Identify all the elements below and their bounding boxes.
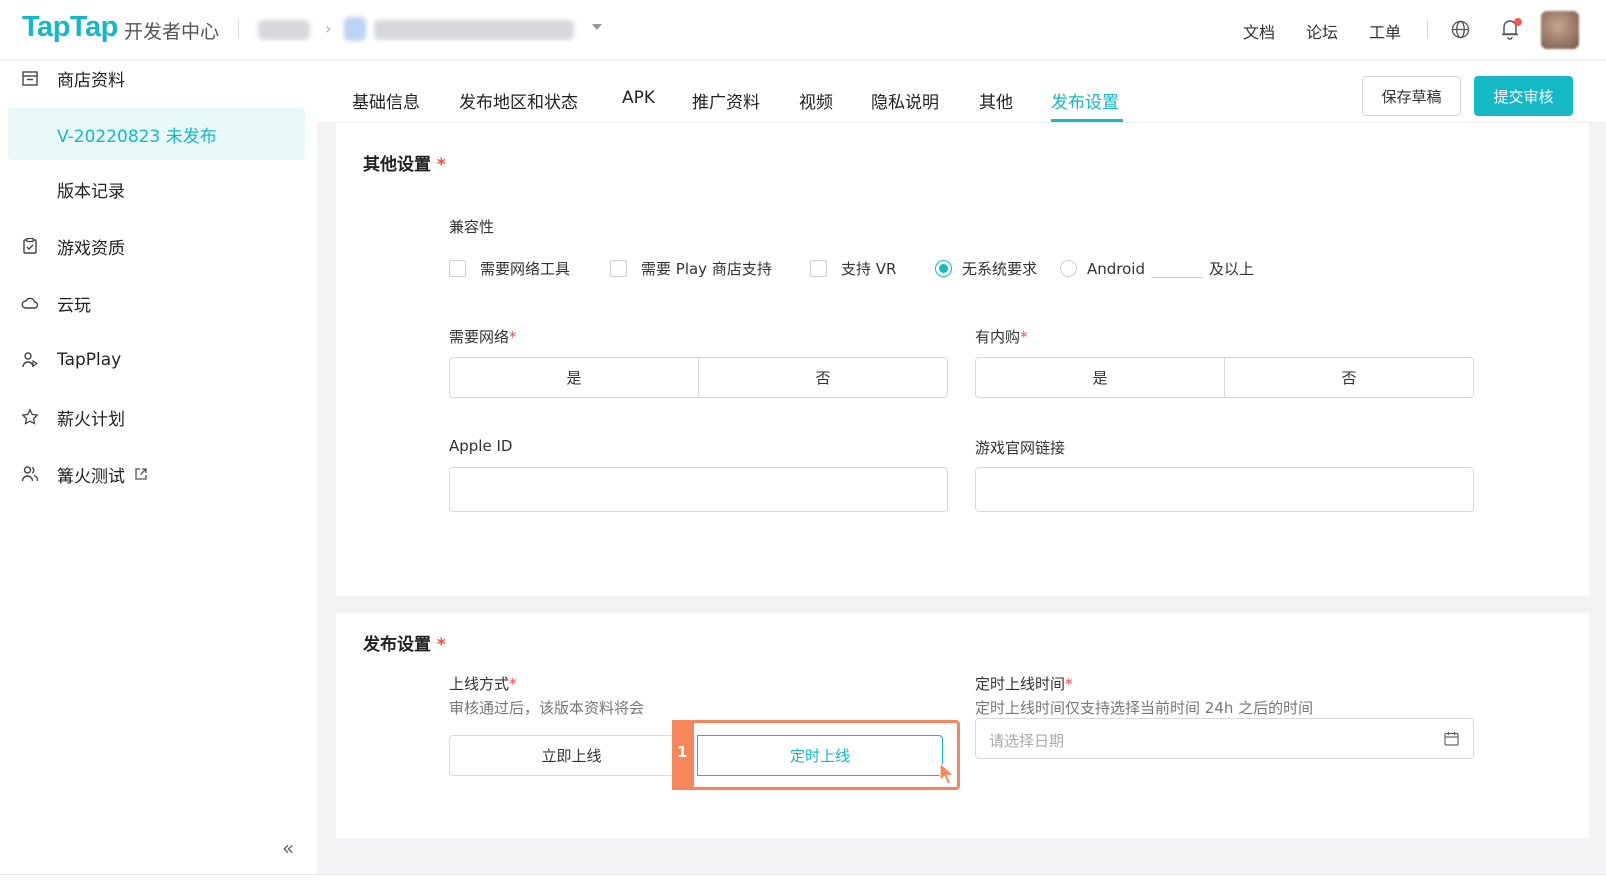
scheduled-time-label: 定时上线时间* — [975, 675, 1073, 693]
user-play-icon — [22, 352, 39, 368]
iap-no[interactable]: 否 — [1224, 358, 1473, 397]
tab-region-status[interactable]: 发布地区和状态 — [459, 88, 578, 113]
radio-no-system-requirement[interactable]: 无系统要求 — [935, 258, 1037, 279]
top-header: TapTap 开发者中心 › 文档 论坛 工单 — [0, 0, 1606, 60]
avatar[interactable] — [1541, 11, 1579, 49]
need-network-toggle[interactable]: 是 否 — [449, 357, 948, 398]
cursor-pointer-icon — [939, 761, 956, 785]
users-icon — [21, 466, 39, 482]
iap-yes[interactable]: 是 — [976, 358, 1224, 397]
launch-method-label: 上线方式* — [449, 675, 517, 693]
need-network-no[interactable]: 否 — [698, 358, 947, 397]
page-bottom — [0, 874, 1606, 894]
need-network-yes[interactable]: 是 — [450, 358, 698, 397]
scheduled-time-hint: 定时上线时间仅支持选择当前时间 24h 之后的时间 — [975, 699, 1314, 717]
sidebar-item-version-history[interactable]: 版本记录 — [0, 169, 317, 209]
website-label: 游戏官网链接 — [975, 439, 1066, 457]
sidebar: 商店资料 V-20220823 未发布 版本记录 游戏资质 云玩 TapPlay… — [0, 61, 317, 874]
section-title: 其他设置 * — [363, 155, 446, 175]
checkbox[interactable] — [449, 260, 466, 277]
sidebar-item-tapplay[interactable]: TapPlay — [0, 340, 317, 380]
tab-bar: 基础信息 发布地区和状态 APK 推广资料 视频 隐私说明 其他 发布设置 保存… — [317, 61, 1606, 123]
publish-settings-card: 发布设置 * 上线方式* 审核通过后，该版本资料将会 立即上线 定时上线 1 定… — [336, 613, 1589, 838]
section-title: 发布设置 * — [363, 635, 446, 655]
website-input[interactable] — [975, 467, 1474, 512]
tab-privacy[interactable]: 隐私说明 — [871, 88, 939, 113]
sidebar-item-label: 版本记录 — [57, 181, 125, 202]
annotation-number: 1 — [677, 743, 688, 761]
chevron-down-icon[interactable] — [592, 24, 602, 30]
game-icon — [344, 17, 366, 41]
apple-id-label: Apple ID — [449, 437, 513, 455]
external-link-icon — [135, 468, 147, 480]
sidebar-item-label: 薪火计划 — [57, 409, 125, 430]
checkbox-play-store[interactable]: 需要 Play 商店支持 — [610, 258, 772, 279]
breadcrumb-account[interactable] — [258, 20, 310, 40]
iap-toggle[interactable]: 是 否 — [975, 357, 1474, 398]
ticket-link[interactable]: 工单 — [1369, 19, 1401, 43]
notification-dot — [1514, 18, 1522, 26]
date-picker-input[interactable]: 请选择日期 — [975, 718, 1474, 759]
date-placeholder: 请选择日期 — [989, 732, 1065, 750]
sidebar-item-label: 篝火测试 — [57, 466, 125, 487]
launch-immediately-button[interactable]: 立即上线 — [449, 735, 694, 776]
sidebar-item-label: V-20220823 未发布 — [57, 127, 217, 147]
sidebar-item-spark-plan[interactable]: 薪火计划 — [0, 397, 317, 437]
breadcrumb-game[interactable] — [374, 20, 574, 40]
forum-link[interactable]: 论坛 — [1306, 19, 1338, 43]
android-version-input[interactable] — [1151, 260, 1203, 278]
docs-link[interactable]: 文档 — [1243, 19, 1275, 43]
compatibility-label: 兼容性 — [449, 218, 495, 236]
tab-basic-info[interactable]: 基础信息 — [352, 88, 420, 113]
other-settings-card: 其他设置 * 兼容性 需要网络工具 需要 Play 商店支持 支持 VR 无系统… — [336, 123, 1589, 596]
checkbox[interactable] — [610, 260, 627, 277]
tab-promotion[interactable]: 推广资料 — [692, 88, 760, 113]
tab-video[interactable]: 视频 — [799, 88, 833, 113]
store-icon — [22, 71, 38, 86]
sidebar-item-qualification[interactable]: 游戏资质 — [0, 226, 317, 266]
apple-id-input[interactable] — [449, 467, 948, 512]
collapse-sidebar-icon[interactable]: « — [282, 836, 294, 860]
sidebar-item-version-current[interactable]: V-20220823 未发布 — [8, 108, 305, 160]
launch-method-hint: 审核通过后，该版本资料将会 — [449, 699, 645, 717]
checkbox-vr[interactable]: 支持 VR — [810, 258, 896, 279]
star-icon — [21, 408, 39, 425]
globe-icon[interactable] — [1451, 20, 1470, 39]
tab-apk[interactable]: APK — [622, 88, 655, 108]
divider — [1427, 20, 1428, 38]
sidebar-item-label: 游戏资质 — [57, 238, 125, 259]
sidebar-item-store[interactable]: 商店资料 — [0, 58, 317, 98]
sidebar-item-cloud[interactable]: 云玩 — [0, 283, 317, 323]
sidebar-item-label: TapPlay — [57, 350, 122, 370]
sidebar-item-bonfire-test[interactable]: 篝火测试 — [0, 454, 317, 494]
taptap-logo[interactable]: TapTap — [22, 11, 118, 44]
chevron-right-icon: › — [325, 19, 332, 38]
checkbox[interactable] — [810, 260, 827, 277]
cloud-icon — [21, 297, 39, 309]
submit-review-button[interactable]: 提交审核 — [1474, 76, 1573, 116]
radio[interactable] — [935, 260, 952, 277]
divider — [238, 20, 239, 38]
radio[interactable] — [1060, 260, 1077, 277]
need-network-label: 需要网络* — [449, 328, 517, 346]
iap-label: 有内购* — [975, 328, 1028, 346]
calendar-icon[interactable] — [1444, 731, 1459, 746]
radio-android-version[interactable]: Android 及以上 — [1060, 258, 1254, 279]
active-tab-indicator — [1051, 119, 1123, 122]
save-draft-button[interactable]: 保存草稿 — [1362, 76, 1461, 116]
developer-center-title: 开发者中心 — [124, 21, 220, 43]
tab-other[interactable]: 其他 — [979, 88, 1013, 113]
tab-publish-settings[interactable]: 发布设置 — [1051, 88, 1119, 113]
clipboard-check-icon — [23, 237, 37, 254]
checkbox-network-tools[interactable]: 需要网络工具 — [449, 258, 570, 279]
sidebar-item-label: 商店资料 — [57, 70, 125, 91]
sidebar-item-label: 云玩 — [57, 295, 91, 316]
annotation-highlight — [672, 720, 960, 790]
